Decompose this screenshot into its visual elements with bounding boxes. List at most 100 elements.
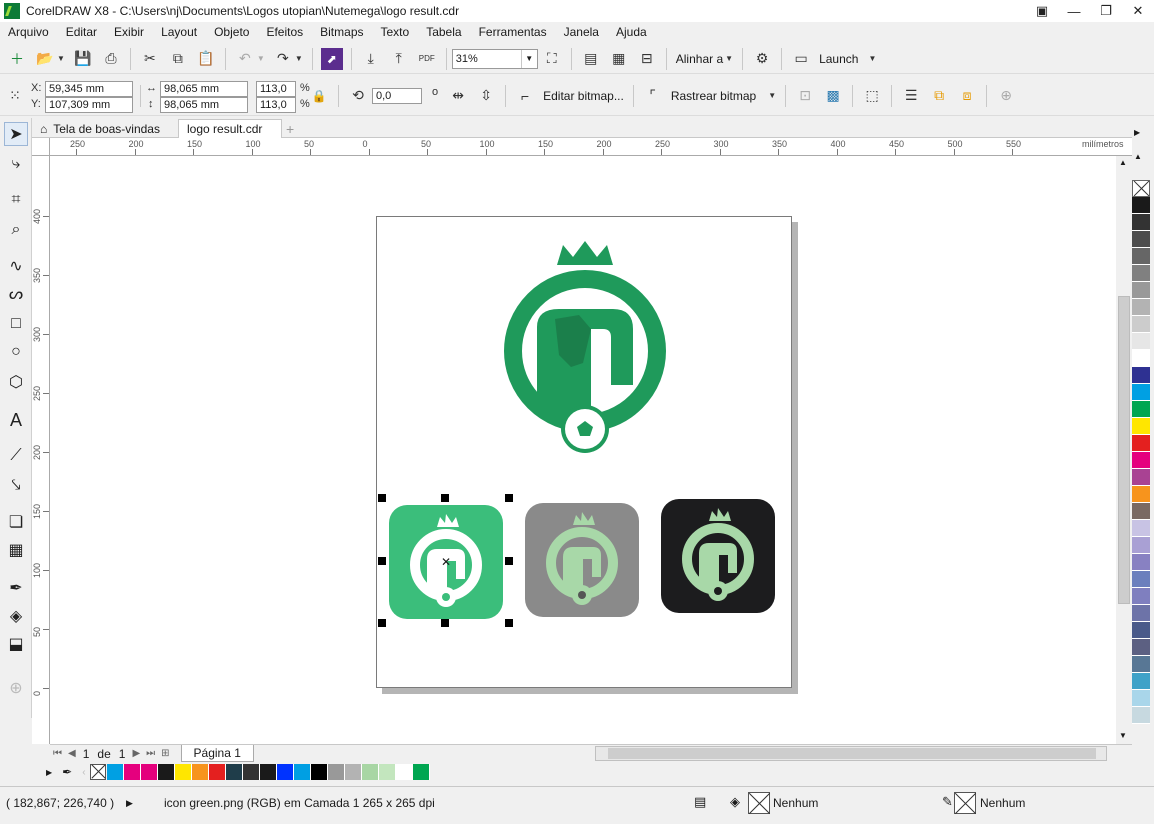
color-swatch[interactable] — [1132, 503, 1150, 520]
snap-to-dropdown-icon[interactable]: ▼ — [725, 54, 733, 63]
eyedropper-icon[interactable]: ✒ — [4, 576, 28, 600]
menu-janela[interactable]: Janela — [556, 25, 608, 39]
center-marker-icon[interactable]: ✕ — [441, 555, 451, 569]
palette-scroll-up-icon[interactable]: ▲ — [1134, 152, 1142, 161]
color-swatch[interactable] — [242, 764, 260, 780]
save-icon[interactable]: 💾 — [72, 48, 94, 70]
color-swatch[interactable] — [1132, 418, 1150, 435]
transparency-icon[interactable]: ▦ — [4, 538, 28, 562]
color-swatch[interactable] — [361, 764, 379, 780]
paste-icon[interactable]: 📋 — [195, 48, 217, 70]
text-tool-icon[interactable]: A — [4, 408, 28, 432]
open-folder-icon[interactable]: 📂 — [34, 48, 56, 70]
selection-handle[interactable] — [378, 557, 386, 565]
color-swatch[interactable] — [191, 764, 209, 780]
color-swatch[interactable] — [174, 764, 192, 780]
color-swatch[interactable] — [276, 764, 294, 780]
tab-welcome-screen[interactable]: ⌂ Tela de boas-vindas — [32, 119, 177, 138]
color-swatch[interactable] — [310, 764, 328, 780]
color-swatch[interactable] — [106, 764, 124, 780]
full-screen-preview-icon[interactable]: ⛶ — [541, 48, 563, 70]
chevron-down-icon[interactable]: ▼ — [520, 49, 537, 68]
zoom-tool-icon[interactable]: ⌕ — [4, 218, 28, 242]
color-swatch[interactable] — [412, 764, 430, 780]
export-icon[interactable]: ⤒ — [388, 48, 410, 70]
color-swatch[interactable] — [1132, 231, 1150, 248]
scroll-down-icon[interactable]: ▼ — [1119, 731, 1127, 740]
new-tab-icon[interactable]: + — [284, 119, 300, 138]
menu-texto[interactable]: Texto — [373, 25, 419, 39]
color-swatch[interactable] — [208, 764, 226, 780]
color-swatch[interactable] — [1132, 707, 1150, 724]
close-button[interactable]: ✕ — [1122, 0, 1154, 22]
add-page-icon[interactable]: ⊞ — [161, 748, 169, 759]
horizontal-scrollbar[interactable] — [595, 746, 1107, 761]
color-swatch[interactable] — [123, 764, 141, 780]
ruler-origin[interactable] — [32, 138, 50, 156]
drawing-canvas[interactable]: ✕ — [50, 156, 1116, 744]
polygon-tool-icon[interactable]: ⬡ — [4, 370, 28, 394]
vertical-ruler[interactable]: 400 350 300 250 200 150 100 50 0 — [32, 156, 50, 744]
color-swatch[interactable] — [1132, 537, 1150, 554]
no-fill-swatch[interactable] — [1132, 180, 1150, 197]
color-swatch[interactable] — [1132, 588, 1150, 605]
search-content-icon[interactable]: ⬈ — [320, 47, 343, 70]
restore-button[interactable]: ❐ — [1090, 0, 1122, 22]
menu-efeitos[interactable]: Efeitos — [258, 25, 312, 39]
width-input[interactable]: 98,065 mm — [160, 80, 248, 97]
color-swatch[interactable] — [1132, 282, 1150, 299]
selection-handle[interactable] — [441, 619, 449, 627]
app-icon-gray[interactable] — [525, 503, 639, 617]
smart-fill-icon[interactable]: ⬓ — [4, 632, 28, 656]
trace-bitmap-button[interactable]: Rastrear bitmap — [671, 89, 756, 103]
color-swatch[interactable] — [1132, 520, 1150, 537]
color-swatch[interactable] — [259, 764, 277, 780]
scale-width-input[interactable]: 113,0 — [256, 80, 296, 97]
prev-page-icon[interactable]: ◀ — [68, 748, 76, 759]
trace-bitmap-icon[interactable]: ⌜ — [642, 85, 664, 107]
shape-tool-icon[interactable]: ⤷ — [4, 152, 28, 176]
mirror-vertical-icon[interactable]: ⇳ — [475, 85, 497, 107]
color-swatch[interactable] — [1132, 350, 1150, 367]
interactive-fill-icon[interactable]: ◈ — [4, 604, 28, 628]
color-swatch[interactable] — [1132, 367, 1150, 384]
menu-bitmaps[interactable]: Bitmaps — [312, 25, 372, 39]
color-swatch[interactable] — [1132, 639, 1150, 656]
color-swatch[interactable] — [1132, 690, 1150, 707]
selection-handle[interactable] — [378, 494, 386, 502]
color-swatch[interactable] — [1132, 452, 1150, 469]
undo-dropdown-icon[interactable]: ▼ — [257, 54, 265, 63]
outline-pen-icon[interactable]: ✎ — [942, 794, 953, 810]
menu-ferramentas[interactable]: Ferramentas — [471, 25, 556, 39]
color-swatch[interactable] — [140, 764, 158, 780]
show-guidelines-icon[interactable]: ⊟ — [636, 48, 658, 70]
cut-icon[interactable]: ✂ — [139, 48, 161, 70]
edit-bitmap-button[interactable]: Editar bitmap... — [543, 89, 624, 103]
redo-dropdown-icon[interactable]: ▼ — [295, 54, 303, 63]
color-proof-icon[interactable]: ▤ — [694, 794, 706, 810]
next-page-icon[interactable]: ▶ — [132, 748, 140, 759]
x-position-input[interactable]: 59,345 mm — [45, 80, 133, 97]
print-icon[interactable]: ⎙ — [100, 48, 122, 70]
selection-handle[interactable] — [505, 619, 513, 627]
connector-tool-icon[interactable]: ⤥ — [4, 474, 28, 498]
menu-ajuda[interactable]: Ajuda — [608, 25, 656, 39]
menu-objeto[interactable]: Objeto — [206, 25, 258, 39]
color-swatch[interactable] — [1132, 265, 1150, 282]
color-swatch[interactable] — [293, 764, 311, 780]
launch-icon[interactable]: ▭ — [790, 48, 812, 70]
height-input[interactable]: 98,065 mm — [160, 96, 248, 113]
scale-height-input[interactable]: 113,0 — [256, 96, 296, 113]
tab-logo-result[interactable]: logo result.cdr — [178, 119, 282, 138]
color-swatch[interactable] — [1132, 197, 1150, 214]
ellipse-tool-icon[interactable]: ○ — [4, 340, 28, 364]
trace-bitmap-dropdown-icon[interactable]: ▼ — [768, 91, 776, 100]
color-swatch[interactable] — [1132, 622, 1150, 639]
color-swatch[interactable] — [1132, 469, 1150, 486]
crop-bitmap-icon[interactable]: ⊡ — [794, 85, 816, 107]
pick-tool-icon[interactable]: ➤ — [4, 122, 28, 146]
rotate-icon[interactable]: ⟲ — [347, 85, 369, 107]
outline-none-swatch[interactable] — [954, 792, 976, 814]
eyedropper-icon[interactable]: ✒ — [62, 765, 72, 779]
bounding-box-icon[interactable]: ⬚ — [861, 85, 883, 107]
